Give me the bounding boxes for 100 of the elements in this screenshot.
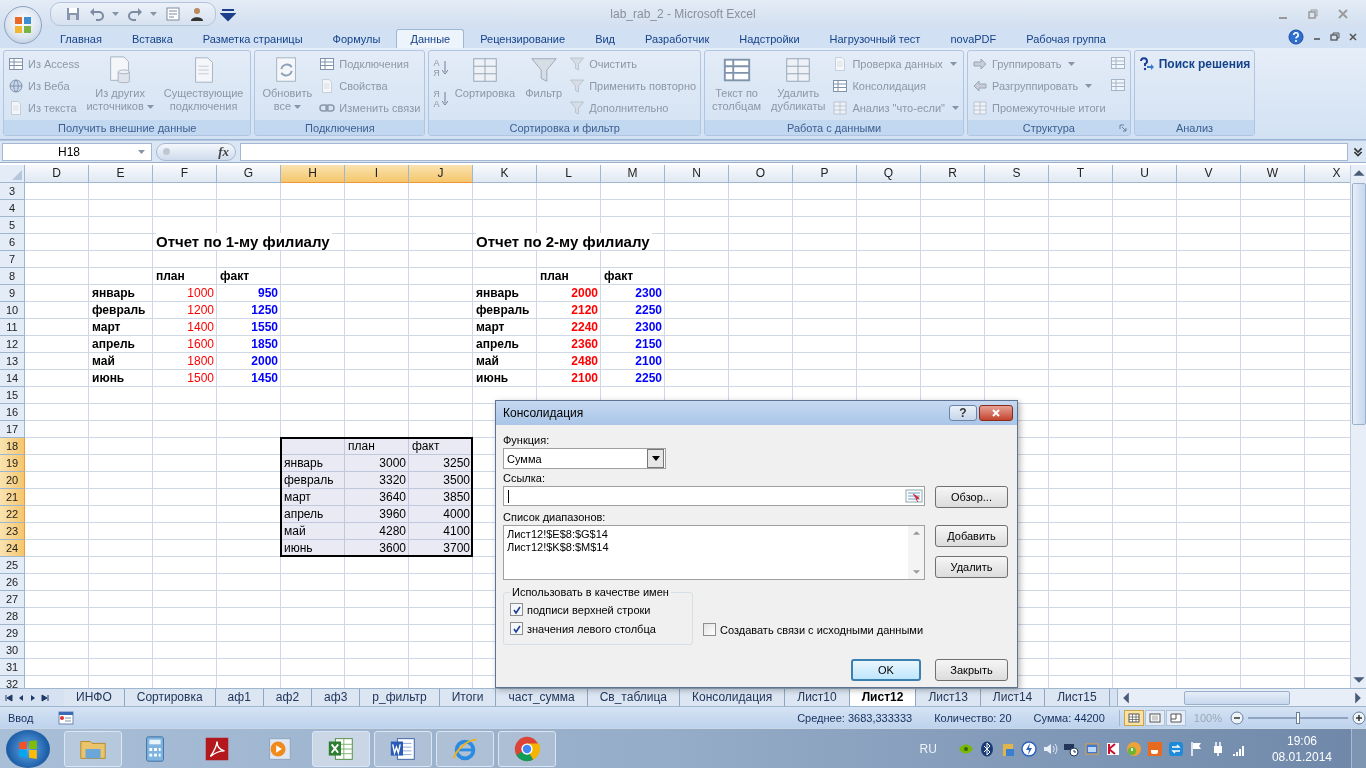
column-header[interactable]: M xyxy=(601,165,665,183)
expand-icon[interactable] xyxy=(1352,145,1364,158)
close-button[interactable] xyxy=(979,405,1013,421)
lightning-icon[interactable] xyxy=(1020,740,1037,757)
function-dropdown[interactable]: Сумма xyxy=(503,448,666,469)
help-icon[interactable] xyxy=(1288,29,1304,45)
row-header[interactable]: 17 xyxy=(0,421,25,438)
ribbon-tab[interactable]: Вид xyxy=(581,29,630,48)
column-header[interactable]: F xyxy=(153,165,217,183)
row-header[interactable]: 15 xyxy=(0,387,25,404)
delete-button[interactable]: Удалить xyxy=(935,556,1008,578)
row-header[interactable]: 3 xyxy=(0,183,25,200)
column-header[interactable]: J xyxy=(409,165,473,183)
ribbon-tab[interactable]: Главная xyxy=(46,29,116,48)
ribbon-tab[interactable]: Данные xyxy=(396,29,465,48)
column-header[interactable]: S xyxy=(985,165,1049,183)
taskbar-button[interactable] xyxy=(312,730,370,767)
column-header[interactable]: X xyxy=(1305,165,1350,183)
row-header[interactable]: 31 xyxy=(0,659,25,676)
restore-icon[interactable] xyxy=(1330,32,1340,42)
column-header[interactable]: W xyxy=(1241,165,1305,183)
column-header[interactable]: G xyxy=(217,165,281,183)
vertical-scrollbar[interactable] xyxy=(1350,165,1366,688)
row-header[interactable]: 6 xyxy=(0,234,25,251)
column-header[interactable]: E xyxy=(89,165,153,183)
row-header[interactable]: 32 xyxy=(0,676,25,688)
taskbar-button[interactable] xyxy=(374,730,432,767)
save-icon[interactable] xyxy=(65,6,81,22)
cup-icon[interactable] xyxy=(1146,740,1163,757)
sheet-tab[interactable]: р_фильтр xyxy=(360,689,440,706)
column-header[interactable]: O xyxy=(729,165,793,183)
scroll-up-icon[interactable] xyxy=(911,530,921,536)
arrows-icon[interactable] xyxy=(1167,740,1184,757)
dialog-launcher-icon[interactable] xyxy=(1118,124,1127,132)
ribbon-tab[interactable]: Рецензирование xyxy=(466,29,580,48)
sheet-tab[interactable]: Лист10 xyxy=(785,689,850,706)
ribbon-tab[interactable]: Надстройки xyxy=(725,29,814,48)
sheet-tab[interactable]: Лист15 xyxy=(1045,689,1110,706)
ok-button[interactable]: OK xyxy=(851,659,921,681)
column-header[interactable]: D xyxy=(25,165,89,183)
column-header[interactable]: R xyxy=(921,165,985,183)
row-header[interactable]: 25 xyxy=(0,557,25,574)
form-icon[interactable] xyxy=(165,6,181,22)
row-header[interactable]: 23 xyxy=(0,523,25,540)
sheet-tab[interactable]: аф3 xyxy=(312,689,361,706)
column-header[interactable]: U xyxy=(1113,165,1177,183)
column-header[interactable]: K xyxy=(473,165,537,183)
redo-icon[interactable] xyxy=(127,6,143,22)
add-button[interactable]: Добавить xyxy=(935,525,1008,547)
view-button[interactable] xyxy=(1165,709,1186,726)
sheet-tab[interactable]: аф1 xyxy=(215,689,264,706)
checkbox[interactable] xyxy=(510,622,523,635)
list-item[interactable]: Лист12!$E$8:$G$14 xyxy=(507,528,905,541)
ribbon-tab[interactable]: Нагрузочный тест xyxy=(815,29,935,48)
sheet-tab[interactable]: Лист13 xyxy=(916,689,981,706)
sheet-tab[interactable]: Лист14 xyxy=(980,689,1046,706)
office-button[interactable] xyxy=(4,6,42,44)
user-icon[interactable] xyxy=(189,6,205,22)
row-header[interactable]: 27 xyxy=(0,591,25,608)
row-header[interactable]: 24 xyxy=(0,540,25,557)
row-header[interactable]: 9 xyxy=(0,285,25,302)
name-box[interactable]: H18 xyxy=(2,142,152,161)
collapse-range-icon[interactable] xyxy=(905,489,923,503)
row-header[interactable]: 12 xyxy=(0,336,25,353)
sheet-tab[interactable]: аф2 xyxy=(263,689,313,706)
column-header[interactable]: N xyxy=(665,165,729,183)
close-icon[interactable] xyxy=(1348,32,1358,42)
column-header[interactable]: Q xyxy=(857,165,921,183)
ribbon-button[interactable]: Поиск решения xyxy=(1138,54,1251,73)
column-header[interactable]: I xyxy=(345,165,409,183)
row-header[interactable]: 14 xyxy=(0,370,25,387)
row-header[interactable]: 21 xyxy=(0,489,25,506)
column-header[interactable]: P xyxy=(793,165,857,183)
ranges-list[interactable]: Лист12!$E$8:$G$14 Лист12!$K$8:$M$14 xyxy=(503,525,925,580)
browse-button[interactable]: Обзор... xyxy=(935,486,1008,508)
cancel-button[interactable]: Закрыть xyxy=(935,659,1008,681)
zoom-out-icon[interactable] xyxy=(1230,710,1244,725)
row-header[interactable]: 20 xyxy=(0,472,25,489)
taskbar-button[interactable] xyxy=(436,730,494,767)
checkbox[interactable] xyxy=(703,623,716,636)
scrollbar-thumb[interactable] xyxy=(1184,690,1290,705)
help-button[interactable]: ? xyxy=(949,405,977,421)
first-sheet-icon[interactable] xyxy=(4,692,14,703)
last-sheet-icon[interactable] xyxy=(40,692,50,703)
checkbox[interactable] xyxy=(510,603,523,616)
clock[interactable]: 19:06 08.01.2014 xyxy=(1271,732,1332,765)
customize-caret-icon[interactable] xyxy=(220,6,236,22)
reference-field[interactable] xyxy=(503,486,925,506)
sheet-tab[interactable]: Сортировка xyxy=(124,689,216,706)
taskbar-button[interactable] xyxy=(498,730,556,767)
column-header[interactable]: T xyxy=(1049,165,1113,183)
column-header[interactable]: H xyxy=(281,165,345,183)
row-header[interactable]: 28 xyxy=(0,608,25,625)
row-header[interactable]: 8 xyxy=(0,268,25,285)
bluetooth-icon[interactable] xyxy=(978,740,995,757)
start-button[interactable] xyxy=(6,729,50,768)
row-header[interactable]: 10 xyxy=(0,302,25,319)
slider-thumb[interactable] xyxy=(1296,711,1300,724)
view-button[interactable] xyxy=(1144,709,1165,726)
column-header[interactable]: V xyxy=(1177,165,1241,183)
